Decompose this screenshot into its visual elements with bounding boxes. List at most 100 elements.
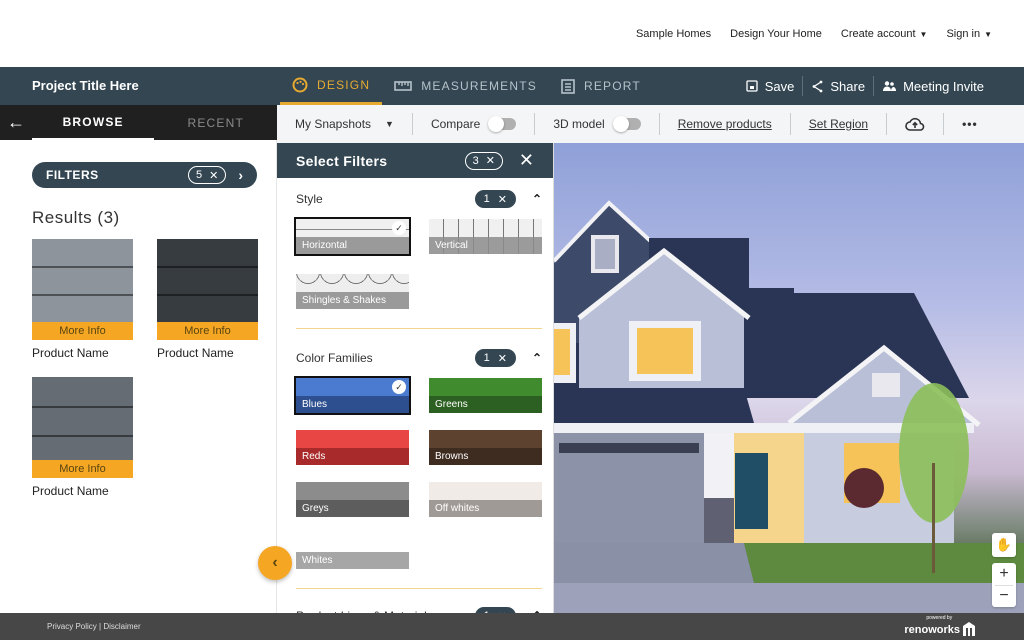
option-label: Vertical bbox=[429, 236, 542, 254]
option-label: Reds bbox=[296, 447, 409, 465]
section-divider bbox=[296, 328, 542, 329]
close-icon[interactable]: ✕ bbox=[519, 150, 534, 171]
more-dots-icon: ••• bbox=[962, 117, 978, 131]
my-snapshots-label: My Snapshots bbox=[295, 117, 372, 131]
chevron-up-icon[interactable]: ⌃ bbox=[532, 192, 542, 206]
meeting-invite-button[interactable]: Meeting Invite bbox=[874, 79, 992, 94]
sign-in-label: Sign in bbox=[946, 27, 981, 40]
color-option-reds[interactable]: Reds bbox=[296, 430, 409, 465]
chevron-up-icon[interactable]: ⌃ bbox=[532, 351, 542, 365]
save-icon bbox=[746, 80, 758, 92]
collapse-panel-button[interactable]: ‹ bbox=[258, 546, 292, 580]
section-count-chip[interactable]: 1✕ bbox=[474, 190, 516, 208]
color-preview bbox=[296, 482, 409, 500]
product-card[interactable]: More Info Product Name bbox=[157, 239, 258, 360]
section-title: Style bbox=[296, 192, 323, 206]
filters-count-chip[interactable]: 5 ✕ bbox=[187, 166, 227, 184]
style-option-horizontal[interactable]: Horizontal ✓ bbox=[294, 217, 411, 256]
style-section: Style 1 ✕ ⌃ bbox=[296, 189, 542, 209]
product-lines-header[interactable]: Product Lines & Materials 1✕ ⌃ bbox=[296, 606, 542, 613]
product-lines-section: Product Lines & Materials 1✕ ⌃ bbox=[296, 606, 542, 613]
tab-report[interactable]: REPORT bbox=[549, 67, 653, 105]
clear-icon: ✕ bbox=[485, 155, 495, 167]
color-option-greys[interactable]: Greys bbox=[296, 482, 409, 517]
color-families-header[interactable]: Color Families 1 ✕ ⌃ bbox=[296, 348, 542, 368]
section-count-chip[interactable]: 1✕ bbox=[474, 349, 516, 367]
create-account-label: Create account bbox=[840, 27, 916, 40]
more-info-button[interactable]: More Info bbox=[32, 460, 133, 478]
sample-homes-link[interactable]: Sample Homes bbox=[636, 28, 711, 40]
compare-switch[interactable] bbox=[488, 116, 517, 132]
filters-title: Select Filters bbox=[296, 152, 388, 169]
3d-model-switch[interactable] bbox=[612, 116, 641, 132]
color-preview bbox=[296, 430, 409, 448]
3d-model-toggle[interactable]: 3D model bbox=[535, 105, 658, 143]
clear-icon: ✕ bbox=[497, 193, 507, 206]
tab-recent[interactable]: RECENT bbox=[154, 105, 277, 140]
compare-toggle[interactable]: Compare bbox=[413, 105, 534, 143]
filters-label: FILTERS bbox=[46, 168, 99, 182]
color-option-off-whites[interactable]: Off whites bbox=[429, 482, 542, 517]
check-icon: ✓ bbox=[392, 221, 406, 235]
house-visualizer[interactable]: ✋ + − bbox=[554, 143, 1024, 613]
set-region-link[interactable]: Set Region bbox=[791, 105, 886, 143]
option-label: Greys bbox=[296, 499, 409, 517]
color-preview bbox=[429, 378, 542, 396]
color-option-blues[interactable]: Blues ✓ bbox=[294, 376, 411, 415]
product-name: Product Name bbox=[157, 346, 234, 360]
caret-down-icon: ▼ bbox=[984, 29, 992, 39]
main-tabs: DESIGN MEASUREMENTS REPORT bbox=[280, 67, 653, 105]
tab-measurements[interactable]: MEASUREMENTS bbox=[382, 67, 549, 105]
selected-count: 3 bbox=[472, 154, 479, 167]
color-option-greens[interactable]: Greens bbox=[429, 378, 542, 413]
color-option-browns[interactable]: Browns bbox=[429, 430, 542, 465]
filters-count: 5 bbox=[195, 169, 203, 181]
cloud-upload-icon bbox=[905, 117, 925, 131]
tab-design[interactable]: DESIGN bbox=[280, 67, 383, 105]
cloud-upload-button[interactable] bbox=[887, 105, 943, 143]
hand-icon: ✋ bbox=[995, 537, 1013, 552]
save-button[interactable]: Save bbox=[738, 79, 803, 94]
my-snapshots-dropdown[interactable]: My Snapshots ▼ bbox=[277, 105, 412, 143]
select-filters-panel: Select Filters 3 ✕ ✕ Style 1 ✕ ⌃ Horizonta… bbox=[277, 143, 554, 613]
check-icon: ✓ bbox=[392, 380, 406, 394]
color-option-whites[interactable]: Whites bbox=[296, 534, 409, 569]
style-option-vertical[interactable]: Vertical bbox=[429, 219, 542, 254]
brand-name: renoworks bbox=[904, 624, 960, 636]
clear-icon: ✕ bbox=[497, 352, 507, 365]
chevron-right-icon: › bbox=[238, 167, 243, 183]
back-arrow-icon[interactable]: ← bbox=[0, 105, 32, 140]
share-button[interactable]: Share bbox=[803, 79, 873, 94]
selected-count-chip[interactable]: 3 ✕ bbox=[464, 151, 503, 170]
product-name: Product Name bbox=[32, 346, 109, 360]
product-name: Product Name bbox=[32, 484, 109, 498]
style-header[interactable]: Style 1 ✕ ⌃ bbox=[296, 189, 542, 209]
product-swatch bbox=[157, 239, 258, 322]
zoom-controls: + − bbox=[992, 563, 1016, 607]
zoom-in-icon[interactable]: + bbox=[999, 563, 1008, 585]
product-card[interactable]: More Info Product Name bbox=[32, 377, 133, 498]
tab-report-label: REPORT bbox=[583, 79, 641, 93]
renoworks-mark-icon bbox=[963, 622, 975, 636]
renoworks-logo: powered by renoworks bbox=[904, 615, 976, 636]
more-info-button[interactable]: More Info bbox=[32, 322, 133, 340]
sign-in-menu[interactable]: Sign in ▼ bbox=[946, 28, 992, 40]
compare-label: Compare bbox=[430, 117, 481, 131]
tab-browse[interactable]: BROWSE bbox=[31, 105, 155, 140]
product-card[interactable]: More Info Product Name bbox=[32, 239, 133, 360]
more-info-button[interactable]: More Info bbox=[157, 322, 258, 340]
more-options-button[interactable]: ••• bbox=[944, 105, 996, 143]
product-swatch bbox=[32, 377, 133, 460]
style-option-shingles[interactable]: Shingles & Shakes bbox=[296, 274, 409, 309]
pan-control[interactable]: ✋ bbox=[992, 533, 1016, 557]
meeting-invite-label: Meeting Invite bbox=[903, 78, 984, 94]
zoom-out-icon[interactable]: − bbox=[995, 585, 1013, 607]
privacy-disclaimer-links[interactable]: Privacy Policy | Disclaimer bbox=[47, 622, 141, 631]
option-label: Off whites bbox=[429, 499, 542, 517]
filters-button[interactable]: FILTERS 5 ✕ › bbox=[32, 162, 257, 188]
section-divider bbox=[296, 588, 542, 589]
design-your-home-link[interactable]: Design Your Home bbox=[730, 28, 822, 40]
create-account-menu[interactable]: Create account ▼ bbox=[841, 28, 928, 40]
remove-products-link[interactable]: Remove products bbox=[660, 105, 790, 143]
project-title[interactable]: Project Title Here bbox=[32, 78, 139, 93]
